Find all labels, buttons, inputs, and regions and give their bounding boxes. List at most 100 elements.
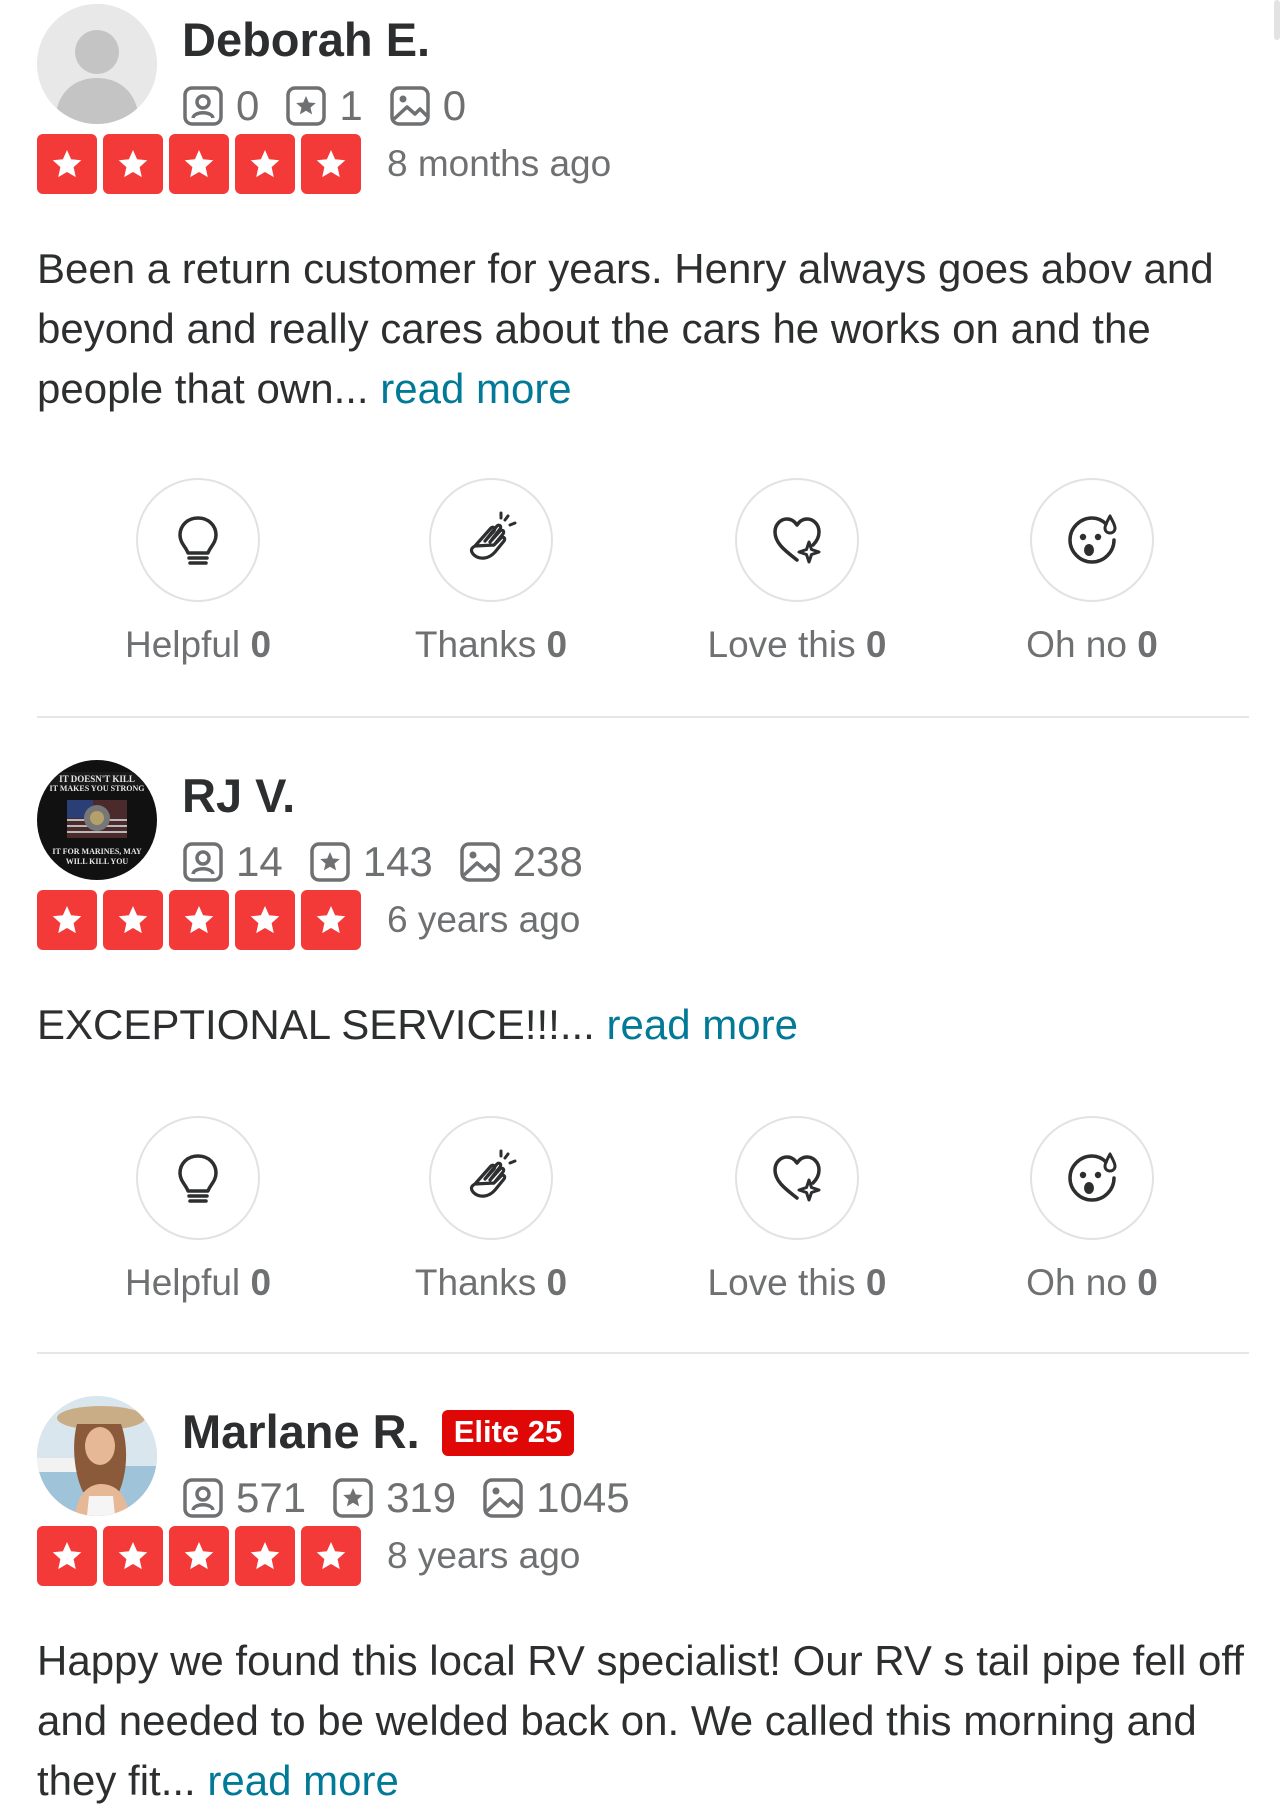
review-text: Happy we found this local RV specialist!… xyxy=(37,1631,1249,1811)
star-icon xyxy=(235,134,295,194)
divider xyxy=(37,1352,1249,1354)
photos-count: 1045 xyxy=(536,1474,630,1521)
star-icon xyxy=(169,890,229,950)
reaction-label: Oh no xyxy=(1026,624,1127,665)
star-icon xyxy=(103,890,163,950)
friends-icon xyxy=(183,1478,223,1518)
reviewer-stats: 0 1 0 xyxy=(182,82,492,129)
review-card: Marlane R. Elite 25 571 319 1045 8 years … xyxy=(37,1396,1249,1808)
helpful-button[interactable]: Helpful 0 xyxy=(88,1116,308,1304)
reviewer-stats: 14 143 238 xyxy=(182,838,609,885)
reaction-count: 0 xyxy=(250,1262,272,1303)
reaction-label: Love this xyxy=(707,1262,856,1303)
lightbulb-icon xyxy=(178,516,218,565)
thanks-button[interactable]: Thanks 0 xyxy=(381,478,601,666)
star-rating xyxy=(37,134,361,194)
reviews-count: 1 xyxy=(339,82,363,129)
reviewer-stats: 571 319 1045 xyxy=(182,1474,656,1521)
review-text: Been a return customer for years. Henry … xyxy=(37,239,1249,419)
reviews-icon xyxy=(309,842,350,882)
star-icon xyxy=(235,890,295,950)
lightbulb-icon xyxy=(178,1154,218,1203)
svg-text:WILL KILL YOU: WILL KILL YOU xyxy=(66,857,129,866)
star-icon xyxy=(301,134,361,194)
heart-sparkle-icon xyxy=(773,517,821,564)
review-card: IT DOESN'T KILL IT MAKES YOU STRONG IT F… xyxy=(37,760,1249,1360)
elite-badge: Elite 25 xyxy=(441,1410,575,1456)
friends-count: 0 xyxy=(236,82,260,129)
default-avatar-icon xyxy=(37,4,157,124)
reviewer-name-text: Marlane R. xyxy=(182,1405,420,1458)
star-icon xyxy=(37,1526,97,1586)
reaction-label: Thanks xyxy=(414,624,537,665)
user-avatar[interactable] xyxy=(37,4,157,124)
review-body: EXCEPTIONAL SERVICE!!!... xyxy=(37,1001,595,1048)
user-avatar[interactable]: IT DOESN'T KILL IT MAKES YOU STRONG IT F… xyxy=(37,760,157,880)
reaction-label: Helpful xyxy=(124,1262,241,1303)
reviews-count: 319 xyxy=(386,1474,457,1521)
user-avatar[interactable] xyxy=(37,1396,157,1516)
reviews-icon xyxy=(333,1478,373,1518)
reviewer-name[interactable]: RJ V. xyxy=(182,768,295,823)
star-icon xyxy=(235,1526,295,1586)
read-more-link[interactable]: read more xyxy=(207,1757,398,1804)
photos-icon xyxy=(460,842,500,882)
read-more-link[interactable]: read more xyxy=(607,1001,798,1048)
read-more-link[interactable]: read more xyxy=(380,365,571,412)
friends-count: 14 xyxy=(236,838,283,885)
oh-no-button[interactable]: Oh no 0 xyxy=(982,478,1202,666)
reaction-label: Love this xyxy=(707,624,856,665)
star-icon xyxy=(301,890,361,950)
reviewer-name[interactable]: Marlane R. Elite 25 xyxy=(182,1404,575,1459)
star-icon xyxy=(37,134,97,194)
review-body: Been a return customer for years. Henry … xyxy=(37,245,1214,412)
rating-row: 8 months ago xyxy=(37,134,611,194)
love-this-button[interactable]: Love this 0 xyxy=(687,478,907,666)
marine-emblem-photo: IT DOESN'T KILL IT MAKES YOU STRONG IT F… xyxy=(37,760,157,880)
woman-portrait-photo xyxy=(37,1396,157,1516)
thanks-button[interactable]: Thanks 0 xyxy=(381,1116,601,1304)
star-icon xyxy=(37,890,97,950)
sweat-face-icon xyxy=(1068,1152,1117,1202)
friends-count: 571 xyxy=(236,1474,307,1521)
review-date: 8 years ago xyxy=(387,1535,581,1576)
rating-row: 6 years ago xyxy=(37,890,580,950)
svg-text:IT MAKES YOU STRONG: IT MAKES YOU STRONG xyxy=(50,784,145,793)
rating-row: 8 years ago xyxy=(37,1526,580,1586)
sweat-face-icon xyxy=(1068,514,1117,564)
photos-count: 0 xyxy=(442,82,467,129)
friends-icon xyxy=(183,842,223,882)
reaction-count: 0 xyxy=(1137,1262,1158,1303)
review-date: 8 months ago xyxy=(387,143,612,184)
reviews-count: 143 xyxy=(362,838,433,885)
friends-icon xyxy=(183,86,223,126)
review-text: EXCEPTIONAL SERVICE!!!... read more xyxy=(37,995,1249,1055)
photos-icon xyxy=(389,86,430,126)
clapping-hands-icon xyxy=(469,1149,517,1198)
reviews-icon xyxy=(286,86,327,126)
reviewer-name[interactable]: Deborah E. xyxy=(182,12,430,67)
svg-text:IT FOR MARINES, MAY: IT FOR MARINES, MAY xyxy=(52,847,142,856)
oh-no-button[interactable]: Oh no 0 xyxy=(982,1116,1202,1304)
star-icon xyxy=(169,134,229,194)
reaction-count: 0 xyxy=(865,1262,887,1303)
star-icon xyxy=(169,1526,229,1586)
love-this-button[interactable]: Love this 0 xyxy=(687,1116,907,1304)
star-icon xyxy=(103,1526,163,1586)
reaction-count: 0 xyxy=(1137,624,1158,665)
review-date: 6 years ago xyxy=(387,899,581,940)
reaction-count: 0 xyxy=(250,624,272,665)
divider xyxy=(37,716,1249,718)
heart-sparkle-icon xyxy=(773,1155,821,1202)
review-card: Deborah E. 0 1 0 8 months ago Been a ret… xyxy=(37,4,1249,665)
reaction-label: Thanks xyxy=(414,1262,537,1303)
clapping-hands-icon xyxy=(469,511,517,560)
photos-count: 238 xyxy=(512,838,583,885)
star-rating xyxy=(37,1526,361,1586)
star-icon xyxy=(301,1526,361,1586)
star-rating xyxy=(37,890,361,950)
scrollbar[interactable] xyxy=(1274,0,1280,40)
photos-icon xyxy=(483,1478,523,1518)
helpful-button[interactable]: Helpful 0 xyxy=(88,478,308,666)
reaction-count: 0 xyxy=(546,624,568,665)
